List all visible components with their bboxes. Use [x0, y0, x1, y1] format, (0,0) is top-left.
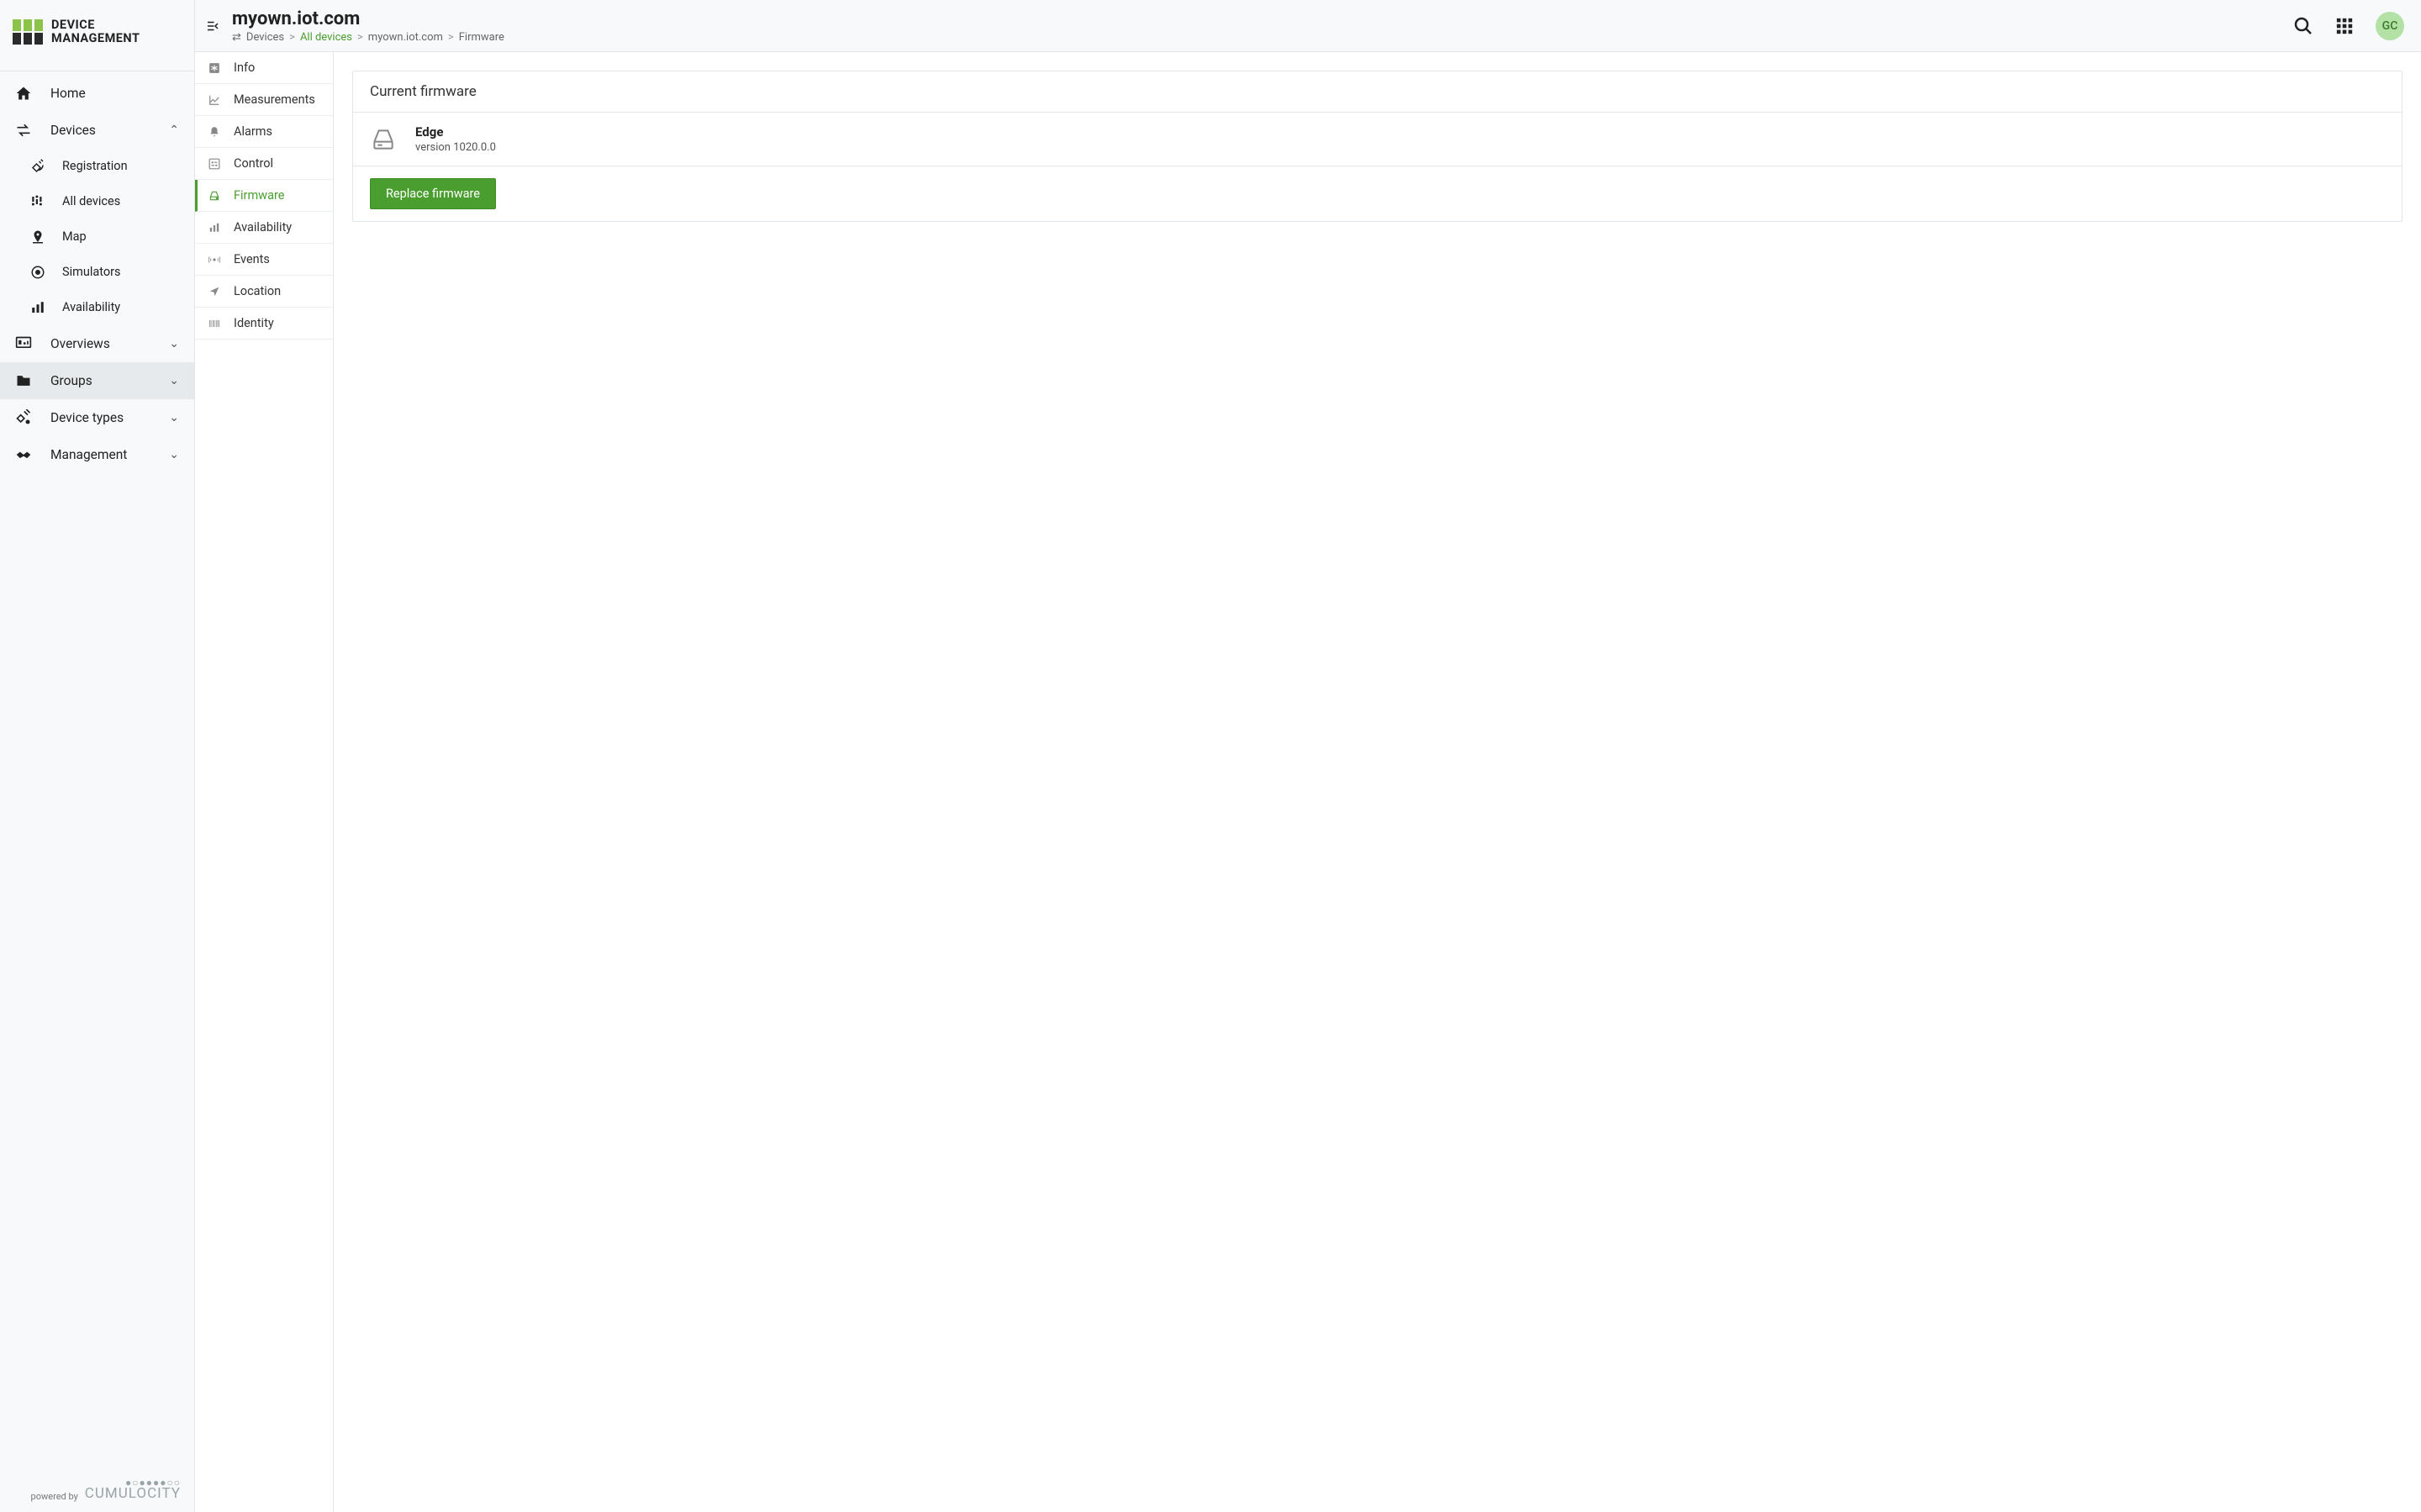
breadcrumb-link-all-devices[interactable]: All devices: [300, 31, 352, 44]
tab-events[interactable]: Events: [195, 244, 333, 276]
chevron-down-icon: ⌄: [169, 337, 179, 350]
tab-control[interactable]: Control: [195, 148, 333, 180]
broadcast-icon: [208, 254, 222, 266]
handshake-icon: [15, 446, 34, 463]
breadcrumb: ⇄ Devices > All devices > myown.iot.com …: [232, 31, 2281, 44]
tab-measurements[interactable]: Measurements: [195, 84, 333, 116]
logo-line2: MANAGEMENT: [51, 32, 140, 45]
nav-devices[interactable]: Devices ⌃: [0, 112, 194, 149]
page-title: myown.iot.com: [232, 8, 2281, 29]
breadcrumb-page: Firmware: [459, 31, 504, 44]
tab-label: Location: [234, 284, 281, 298]
nav-label: Home: [50, 86, 179, 101]
nav-availability[interactable]: Availability: [0, 290, 194, 325]
card-title: Current firmware: [353, 71, 2402, 113]
firmware-name: Edge: [415, 124, 496, 140]
app-logo[interactable]: DEVICE MANAGEMENT: [0, 0, 194, 71]
nav-label: Management: [50, 447, 152, 462]
sidebar-primary: DEVICE MANAGEMENT Home Devices ⌃ Registr…: [0, 0, 195, 1512]
tab-firmware[interactable]: Firmware: [195, 180, 333, 212]
nav-label: Device types: [50, 410, 152, 425]
nav-management[interactable]: Management ⌄: [0, 436, 194, 473]
user-avatar[interactable]: GC: [2376, 12, 2404, 40]
tab-identity[interactable]: Identity: [195, 308, 333, 340]
nav-label: Devices: [50, 123, 152, 138]
target-icon: [30, 265, 45, 280]
nav-label: All devices: [62, 194, 179, 208]
tab-label: Availability: [234, 220, 292, 234]
hdd-icon: [208, 190, 222, 202]
sliders-icon: [30, 194, 45, 209]
chevron-down-icon: ⌄: [169, 448, 179, 461]
dashboard-icon: [15, 335, 34, 352]
nav-registration[interactable]: Registration: [0, 149, 194, 184]
barcode-icon: [208, 318, 222, 329]
chevron-up-icon: ⌃: [169, 124, 179, 137]
firmware-row: Edge version 1020.0.0: [353, 113, 2402, 166]
breadcrumb-entity: myown.iot.com: [368, 31, 443, 44]
breadcrumb-root: Devices: [246, 31, 284, 44]
firmware-version: version 1020.0.0: [415, 141, 496, 154]
swap-icon: [15, 122, 34, 139]
asterisk-icon: [208, 62, 222, 74]
tab-label: Identity: [234, 316, 274, 330]
footer-brand: powered by ●○●●●●○○ CUMULOCITY: [0, 1467, 194, 1512]
bars-icon: [208, 222, 222, 234]
primary-nav: Home Devices ⌃ Registration All devices …: [0, 71, 194, 1467]
apps-grid-icon[interactable]: [2335, 17, 2354, 35]
breadcrumb-sep: >: [357, 31, 363, 44]
tab-location[interactable]: Location: [195, 276, 333, 308]
satellite2-icon: [15, 409, 34, 426]
nav-label: Groups: [50, 373, 152, 388]
bars-icon: [30, 300, 45, 315]
breadcrumb-sep: >: [448, 31, 454, 44]
tab-alarms[interactable]: Alarms: [195, 116, 333, 148]
nav-label: Registration: [62, 159, 179, 173]
nav-all-devices[interactable]: All devices: [0, 184, 194, 219]
powered-by-label: powered by: [31, 1491, 78, 1502]
chevron-down-icon: ⌄: [169, 374, 179, 387]
nav-groups[interactable]: Groups ⌄: [0, 362, 194, 399]
home-icon: [15, 85, 34, 102]
topbar: myown.iot.com ⇄ Devices > All devices > …: [195, 0, 2421, 52]
hdd-icon: [370, 126, 397, 153]
logo-mark-icon: [13, 19, 43, 45]
nav-device-types[interactable]: Device types ⌄: [0, 399, 194, 436]
folder-icon: [15, 372, 34, 389]
chart-line-icon: [208, 94, 222, 106]
tab-label: Alarms: [234, 124, 272, 139]
tab-label: Events: [234, 252, 270, 266]
tab-label: Info: [234, 61, 255, 75]
navigation-icon: [208, 286, 222, 298]
brand-name: CUMULOCITY: [85, 1485, 181, 1502]
nav-home[interactable]: Home: [0, 75, 194, 112]
nav-label: Simulators: [62, 265, 179, 279]
nav-overviews[interactable]: Overviews ⌄: [0, 325, 194, 362]
satellite-icon: [30, 159, 45, 174]
nav-label: Overviews: [50, 336, 152, 351]
bell-icon: [208, 126, 222, 138]
chevron-down-icon: ⌄: [169, 411, 179, 424]
collapse-sidebar-icon[interactable]: [205, 18, 220, 34]
tab-info[interactable]: Info: [195, 52, 333, 84]
logo-line1: DEVICE: [51, 18, 140, 32]
firmware-card: Current firmware Edge version 1020.0.0: [352, 71, 2403, 222]
replace-firmware-button[interactable]: Replace firmware: [370, 178, 496, 209]
tab-availability[interactable]: Availability: [195, 212, 333, 244]
map-pin-icon: [30, 229, 45, 245]
nav-label: Availability: [62, 300, 179, 314]
nav-map[interactable]: Map: [0, 219, 194, 255]
swap-icon: ⇄: [232, 31, 241, 44]
sliders-box-icon: [208, 158, 222, 170]
main-content: Current firmware Edge version 1020.0.0: [334, 52, 2421, 1512]
tab-label: Control: [234, 156, 273, 171]
search-icon[interactable]: [2293, 16, 2313, 36]
tab-label: Measurements: [234, 92, 315, 107]
tab-label: Firmware: [234, 188, 284, 203]
breadcrumb-sep: >: [289, 31, 295, 44]
nav-simulators[interactable]: Simulators: [0, 255, 194, 290]
nav-label: Map: [62, 229, 179, 244]
sidebar-secondary: Info Measurements Alarms Control Firmwar…: [195, 52, 334, 1512]
